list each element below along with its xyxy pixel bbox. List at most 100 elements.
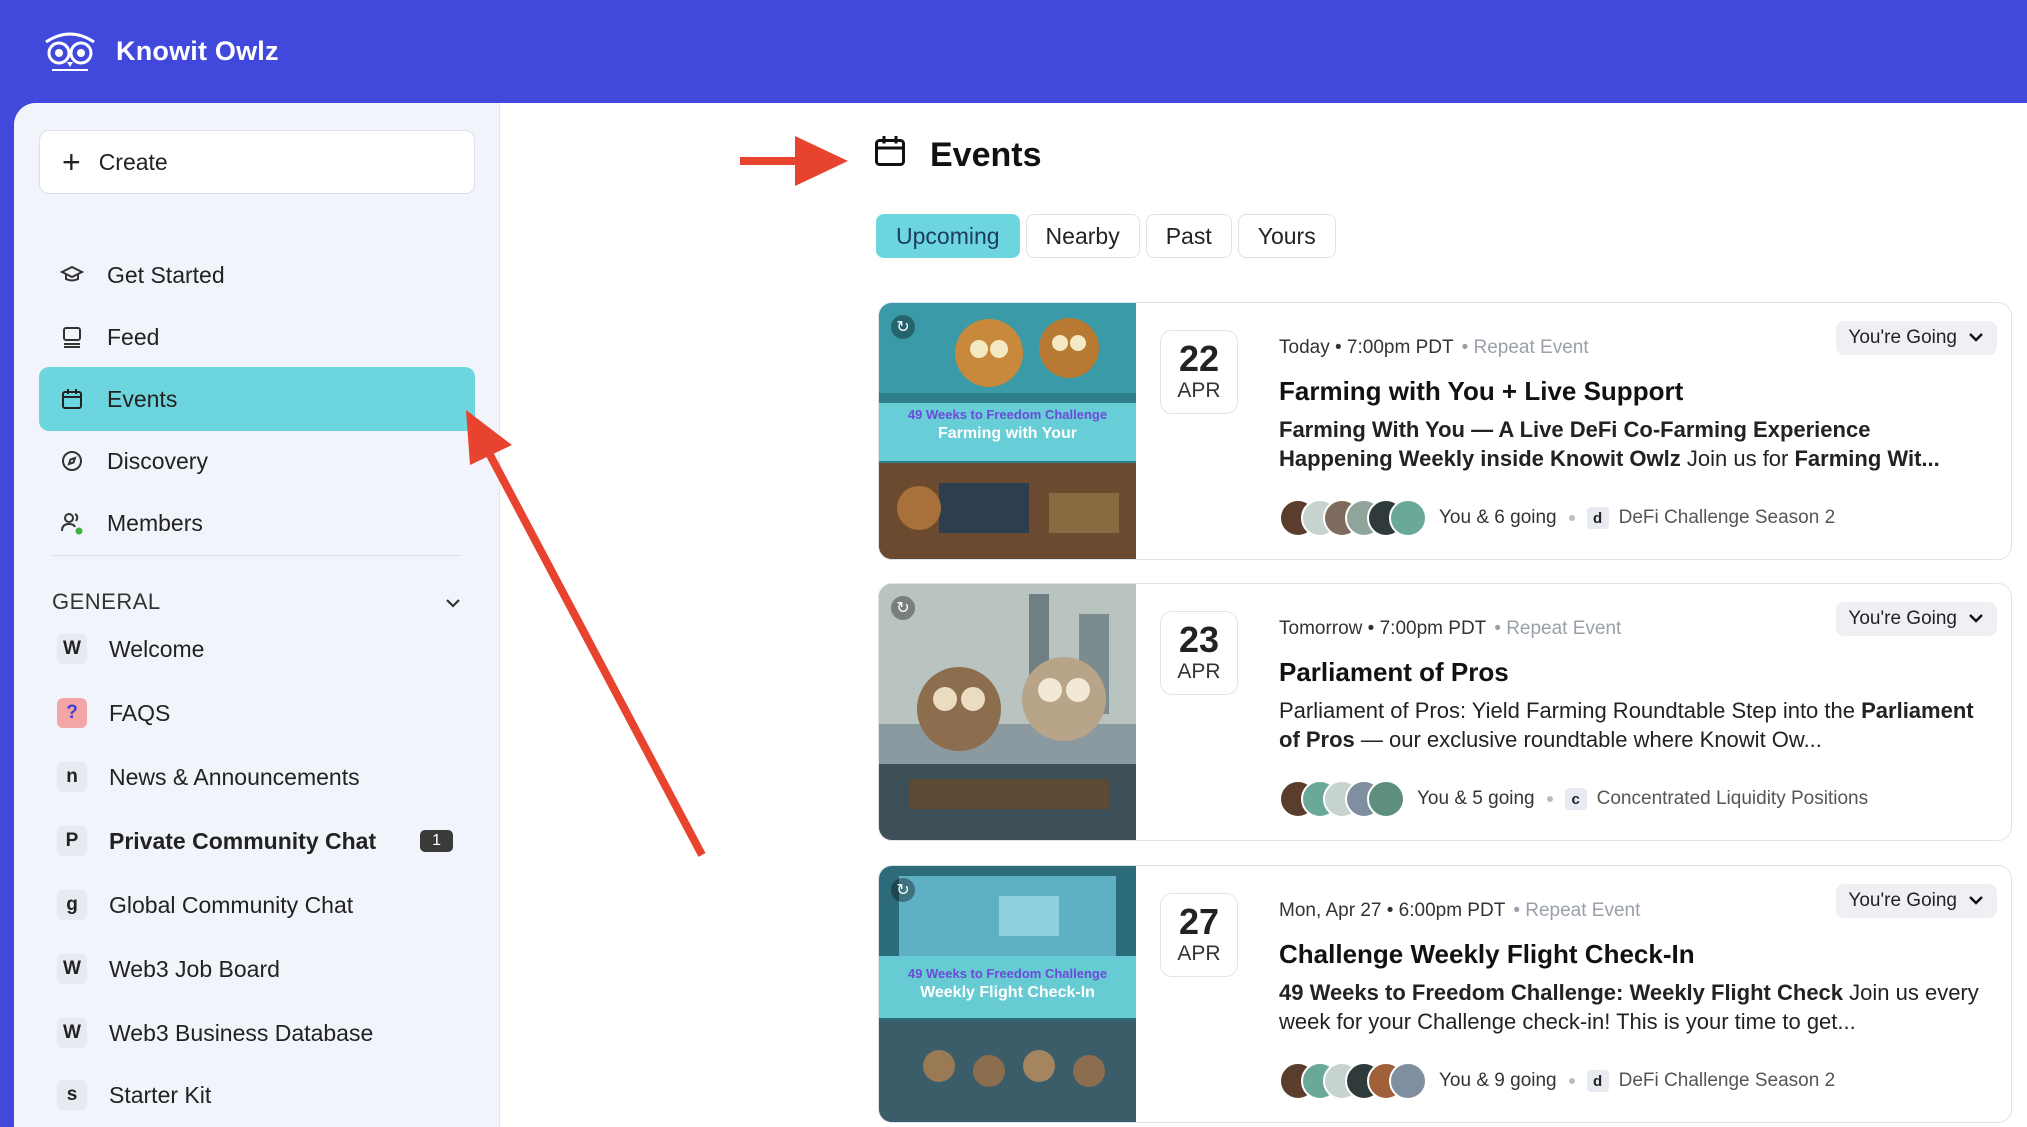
channel-news[interactable]: n News & Announcements (39, 745, 475, 809)
nav-discovery[interactable]: Discovery (39, 429, 475, 493)
event-card[interactable]: ↻ 23 APR Tomorrow • 7:00pm PDT • Repeat … (878, 583, 2012, 841)
create-button[interactable]: + Create (39, 130, 475, 194)
section-general-header[interactable]: GENERAL (52, 589, 462, 615)
going-count: You & 5 going (1417, 788, 1535, 809)
channel-label: Web3 Job Board (109, 955, 280, 982)
app-shell: + Create Get Started Feed Events Discove… (14, 103, 2027, 1127)
page-title: Events (872, 133, 1042, 178)
attendee-avatars[interactable] (1279, 1062, 1427, 1100)
sidebar-divider (52, 555, 462, 556)
event-time: Mon, Apr 27 • 6:00pm PDT (1279, 900, 1506, 921)
repeat-icon: ↻ (891, 596, 915, 620)
nav-feed[interactable]: Feed (39, 305, 475, 369)
nav-events[interactable]: Events (39, 367, 475, 431)
brand[interactable]: Knowit Owlz (40, 28, 279, 74)
rsvp-label: You're Going (1848, 890, 1957, 911)
channel-icon: d (1586, 507, 1609, 529)
question-icon: ? (57, 698, 87, 728)
channel-starter-kit[interactable]: s Starter Kit (39, 1063, 475, 1127)
event-description: Parliament of Pros: Yield Farming Roundt… (1279, 696, 1989, 754)
event-meta: Tomorrow • 7:00pm PDT • Repeat Event (1279, 618, 1621, 640)
repeat-label: • Repeat Event (1461, 337, 1589, 358)
channel-welcome[interactable]: W Welcome (39, 617, 475, 681)
event-title[interactable]: Challenge Weekly Flight Check-In (1279, 939, 1695, 970)
event-image: ↻ (879, 584, 1136, 840)
event-day: 22 (1178, 338, 1220, 379)
separator-dot (1546, 796, 1553, 802)
rsvp-dropdown[interactable]: You're Going (1836, 321, 1997, 355)
event-description: 49 Weeks to Freedom Challenge: Weekly Fl… (1279, 978, 1989, 1036)
event-date: 23 APR (1160, 611, 1238, 695)
repeat-icon: ↻ (891, 315, 915, 339)
nav-label: Get Started (107, 261, 225, 288)
going-count: You & 6 going (1439, 507, 1557, 528)
unread-count-badge: 1 (420, 830, 453, 852)
event-title[interactable]: Parliament of Pros (1279, 657, 1509, 688)
event-channel[interactable]: c Concentrated Liquidity Positions (1564, 788, 1869, 810)
event-time: Today • 7:00pm PDT (1279, 337, 1454, 358)
owl-logo-icon (45, 32, 95, 71)
channel-private-chat[interactable]: P Private Community Chat 1 (39, 809, 475, 873)
channel-faqs[interactable]: ? FAQS (39, 681, 475, 745)
channel-icon: W (57, 634, 87, 664)
event-tabs: Upcoming Nearby Past Yours (876, 214, 1336, 258)
rsvp-dropdown[interactable]: You're Going (1836, 884, 1997, 918)
create-label: Create (98, 148, 168, 175)
tab-upcoming[interactable]: Upcoming (876, 214, 1020, 258)
channel-label: News & Announcements (109, 763, 360, 790)
attendee-avatars[interactable] (1279, 499, 1427, 537)
chevron-down-icon[interactable] (444, 589, 462, 615)
graduation-cap-icon (59, 262, 85, 288)
avatar (1389, 1062, 1427, 1100)
channel-name: Concentrated Liquidity Positions (1596, 788, 1869, 809)
image-caption: Weekly Flight Check-In (920, 984, 1095, 1001)
tab-yours[interactable]: Yours (1237, 214, 1336, 258)
repeat-label: • Repeat Event (1513, 900, 1641, 921)
nav-members[interactable]: Members (39, 491, 475, 555)
image-caption: Farming with Your (938, 425, 1077, 442)
desc-bold: 49 Weeks to Freedom Challenge: Weekly Fl… (1279, 980, 1844, 1005)
event-card[interactable]: ↻ 49 Weeks to Freedom Challenge Farming … (878, 302, 2012, 560)
desc-text: Parliament of Pros: Yield Farming Roundt… (1279, 698, 1862, 723)
separator-dot (1568, 1078, 1575, 1084)
event-channel[interactable]: d DeFi Challenge Season 2 (1586, 1070, 1836, 1092)
channel-icon: s (57, 1080, 87, 1110)
event-day: 27 (1178, 901, 1220, 942)
chevron-down-icon (1967, 608, 1985, 630)
nav-get-started[interactable]: Get Started (39, 243, 475, 307)
channel-global-chat[interactable]: g Global Community Chat (39, 873, 475, 937)
channel-label: Starter Kit (109, 1081, 212, 1108)
chevron-down-icon (1967, 890, 1985, 912)
attendee-avatars[interactable] (1279, 780, 1405, 818)
channel-icon: n (57, 762, 87, 792)
image-caption: 49 Weeks to Freedom Challenge (907, 966, 1108, 981)
repeat-label: • Repeat Event (1494, 618, 1622, 639)
event-meta: Today • 7:00pm PDT • Repeat Event (1279, 337, 1589, 359)
repeat-icon: ↻ (891, 878, 915, 902)
event-channel[interactable]: d DeFi Challenge Season 2 (1586, 507, 1835, 529)
desc-bold: Farming Wit... (1794, 446, 1940, 471)
event-card[interactable]: ↻ 49 Weeks to Freedom Challenge Weekly F… (878, 865, 2012, 1123)
nav-label: Feed (107, 323, 160, 350)
channel-name: DeFi Challenge Season 2 (1618, 1070, 1836, 1091)
tab-nearby[interactable]: Nearby (1025, 214, 1140, 258)
event-month: APR (1177, 941, 1221, 965)
rsvp-dropdown[interactable]: You're Going (1836, 602, 1997, 636)
event-month: APR (1177, 378, 1221, 402)
going-count: You & 9 going (1439, 1070, 1557, 1091)
channel-job-board[interactable]: W Web3 Job Board (39, 937, 475, 1001)
channel-label: Private Community Chat (109, 827, 377, 854)
channel-label: Welcome (109, 635, 205, 662)
event-description: Farming With You — A Live DeFi Co-Farmin… (1279, 415, 1989, 473)
channel-label: Web3 Business Database (109, 1019, 374, 1046)
channel-business-db[interactable]: W Web3 Business Database (39, 1001, 475, 1065)
event-title[interactable]: Farming with You + Live Support (1279, 376, 1683, 407)
channel-icon: W (57, 954, 87, 984)
channel-label: FAQS (109, 699, 171, 726)
event-month: APR (1177, 659, 1221, 683)
rsvp-label: You're Going (1848, 327, 1957, 348)
tab-past[interactable]: Past (1145, 214, 1232, 258)
image-caption: 49 Weeks to Freedom Challenge (907, 407, 1108, 422)
event-footer: You & 5 going c Concentrated Liquidity P… (1279, 780, 1868, 818)
event-footer: You & 6 going d DeFi Challenge Season 2 (1279, 499, 1835, 537)
